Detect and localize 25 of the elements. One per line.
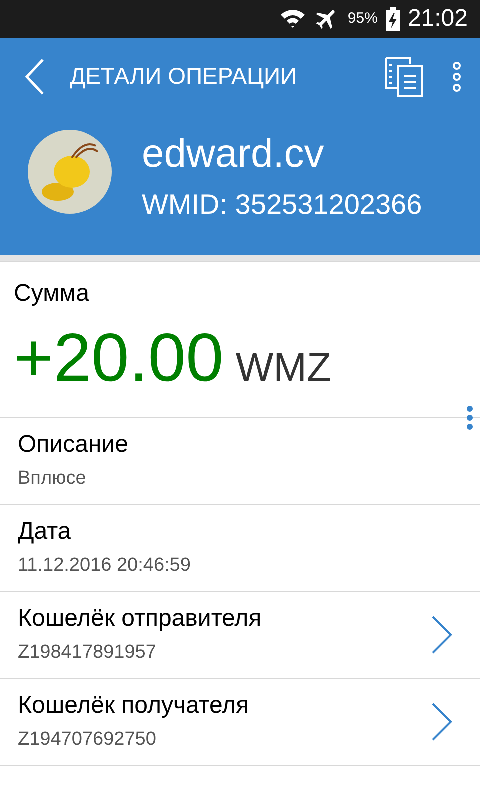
- label-text: Сумма: [14, 279, 90, 309]
- field-value: Z198417891957: [18, 641, 158, 665]
- field-label: Кошелёк отправителя: [18, 604, 262, 634]
- more-icon: [451, 60, 463, 92]
- clock-time: 21:02: [408, 4, 468, 34]
- chevron-right-icon: [430, 615, 454, 655]
- chevron-right-icon: [430, 702, 454, 742]
- documents-icon: [384, 56, 424, 98]
- wmid-text: WMID: 352531202366: [142, 188, 422, 222]
- field-label: Кошелёк получателя: [18, 691, 250, 721]
- wallet-row[interactable]: Кошелёк получателя Z194707692750: [0, 679, 480, 766]
- more-icon: [466, 405, 474, 431]
- screen-title: ДЕТАЛИ ОПЕРАЦИИ: [70, 62, 298, 92]
- amount-value: +20.00: [14, 319, 224, 398]
- field-value: Вплюсе: [18, 467, 88, 491]
- user-name: edward.cv: [142, 131, 326, 178]
- currency-text: WMZ: [236, 345, 332, 392]
- wifi-icon: [280, 7, 306, 31]
- field-value: 11.12.2016 20:46:59: [18, 554, 191, 578]
- wallet-row[interactable]: Кошелёк отправителя Z198417891957: [0, 592, 480, 679]
- field-label: Дата: [18, 517, 72, 547]
- field-label: Описание: [18, 430, 128, 460]
- field-value: Z194707692750: [18, 728, 158, 752]
- battery-charging-icon: [386, 7, 400, 31]
- battery-percent: 95%: [348, 8, 378, 29]
